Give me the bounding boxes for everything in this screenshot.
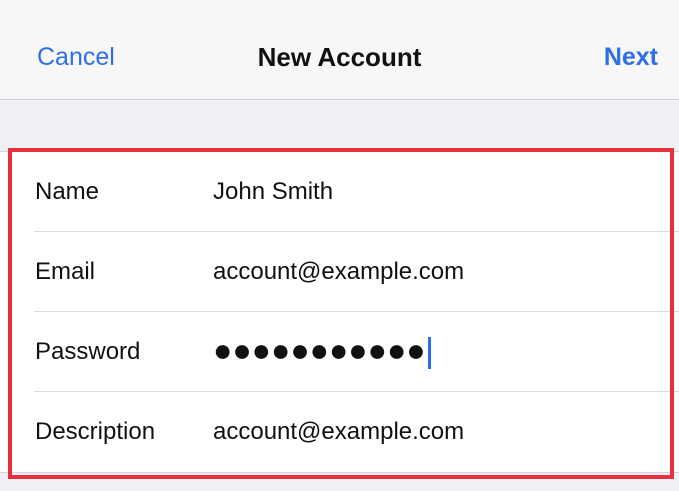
password-row[interactable]: Password ●●●●●●●●●●● xyxy=(0,312,679,392)
navigation-bar: Cancel New Account Next xyxy=(0,0,679,100)
cancel-button[interactable]: Cancel xyxy=(37,40,115,74)
description-label: Description xyxy=(35,418,156,445)
name-label: Name xyxy=(35,178,100,205)
next-button[interactable]: Next xyxy=(604,40,658,74)
password-mask: ●●●●●●●●●●● xyxy=(213,332,426,368)
name-field[interactable]: John Smith xyxy=(213,176,333,208)
description-row[interactable]: Description account@example.com xyxy=(0,392,679,472)
text-cursor-icon xyxy=(427,336,431,369)
email-row[interactable]: Email account@example.com xyxy=(0,232,679,312)
password-field[interactable]: ●●●●●●●●●●● xyxy=(213,330,431,370)
email-label: Email xyxy=(35,258,96,285)
password-label: Password xyxy=(35,338,141,365)
name-row[interactable]: Name John Smith xyxy=(0,152,679,232)
email-field[interactable]: account@example.com xyxy=(213,256,464,288)
account-form: Name John Smith Email account@example.co… xyxy=(0,151,679,473)
description-field[interactable]: account@example.com xyxy=(213,416,464,448)
